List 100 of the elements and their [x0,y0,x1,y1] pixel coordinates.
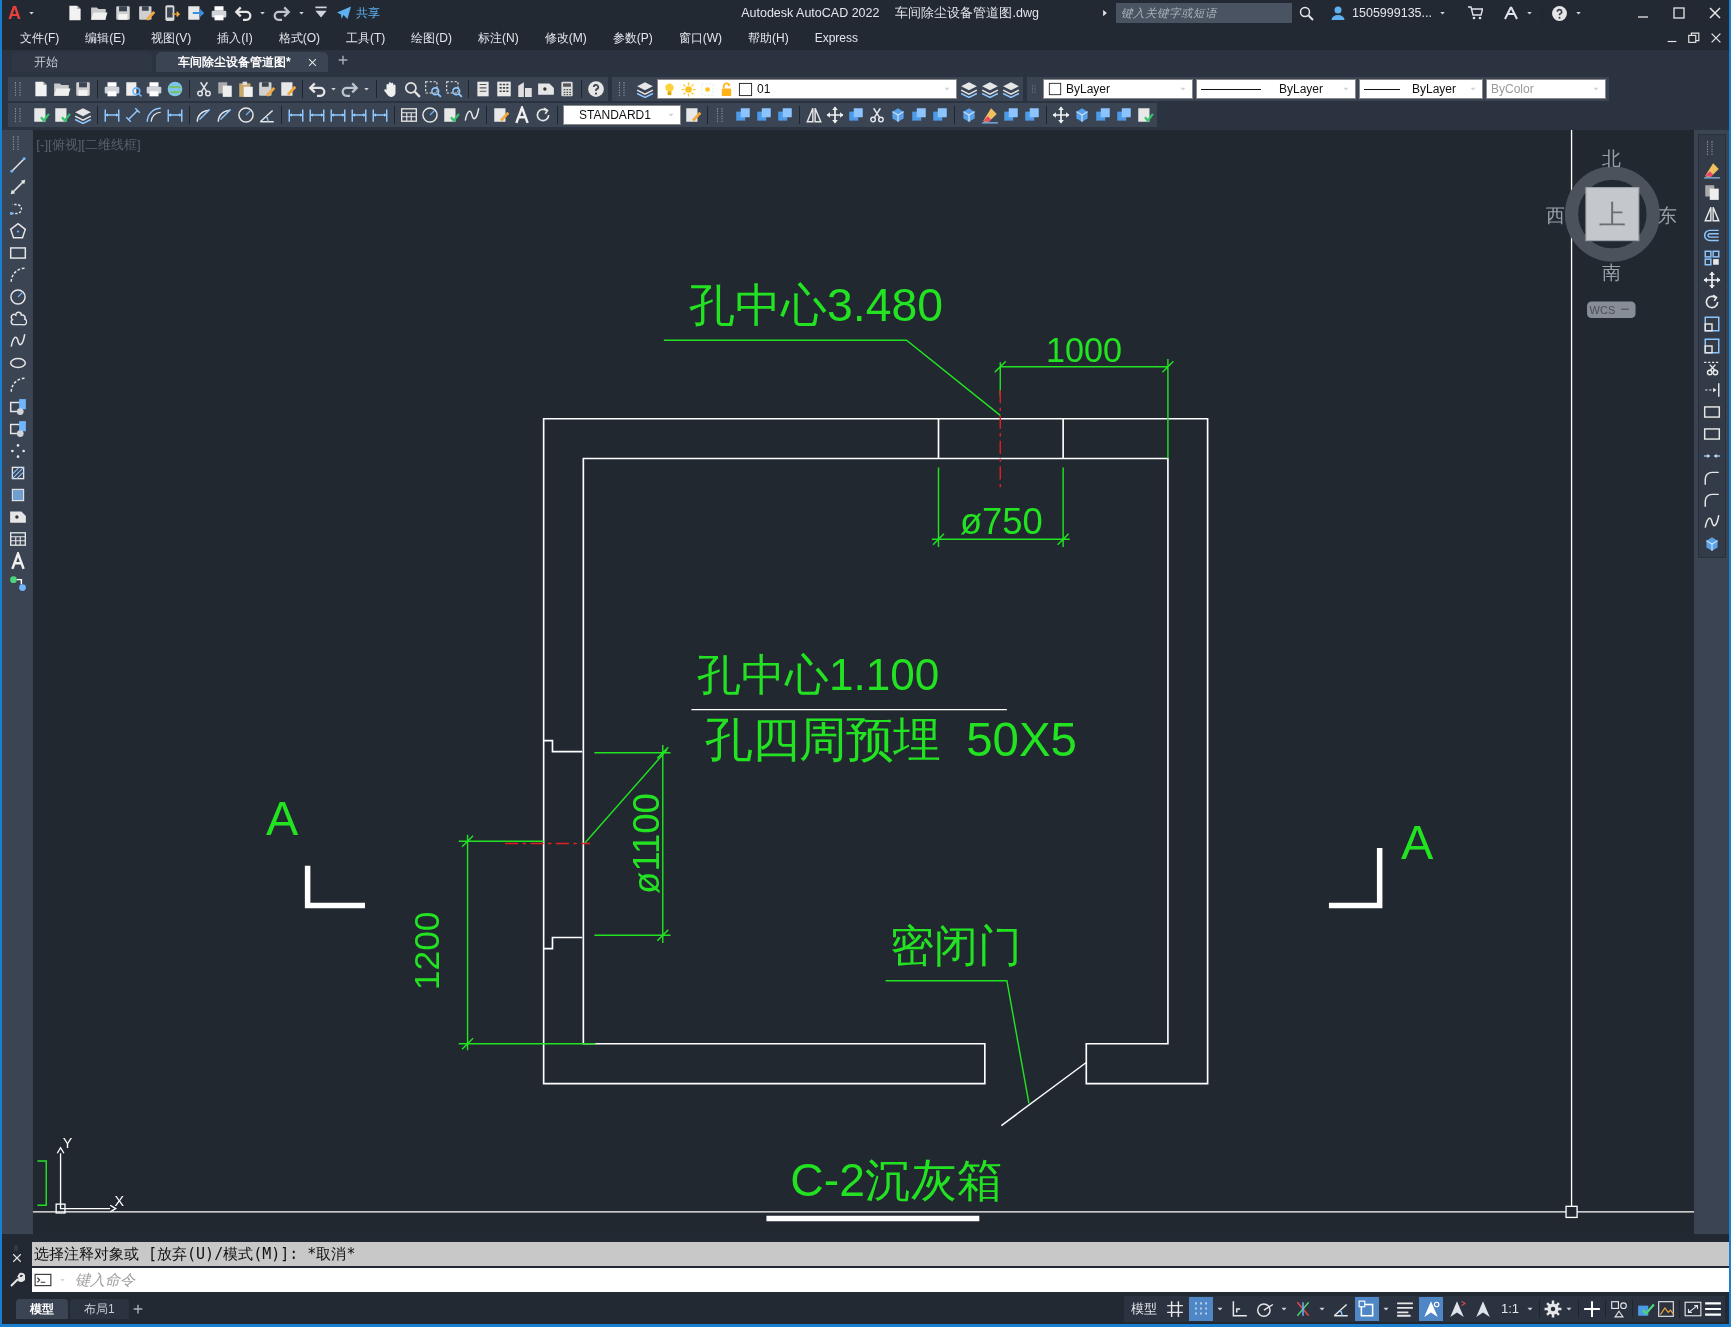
layers-icon[interactable] [74,106,92,124]
clean-screen-icon[interactable] [1657,1300,1675,1318]
spline-icon[interactable] [8,332,27,350]
move-icon[interactable] [1702,271,1721,289]
redo-icon[interactable] [273,4,291,22]
arc-dimension-icon[interactable] [145,106,163,124]
cart-icon[interactable] [1467,5,1483,21]
region-icon[interactable] [8,508,27,526]
palette-icon[interactable] [495,80,513,98]
block-icon[interactable] [8,398,27,416]
isolate-objects-icon[interactable] [1610,1300,1628,1318]
linear-dimension-icon[interactable] [287,106,305,124]
close-icon[interactable] [1709,31,1723,45]
compass-label[interactable]: 西 [1545,204,1565,226]
table-icon[interactable] [8,530,27,548]
color-dropdown[interactable]: ByLayer [1043,79,1193,99]
match-properties-icon[interactable] [279,80,297,98]
zoom-icon[interactable] [1298,5,1315,21]
add-selected-icon[interactable] [8,574,27,592]
copy-icon[interactable] [1702,183,1721,201]
text-style-dropdown[interactable]: STANDARD1 [563,105,681,125]
construction-line-icon[interactable] [8,178,27,196]
stacked-boxes-icon[interactable] [910,106,928,124]
export-icon[interactable] [186,4,204,22]
array-icon[interactable] [1702,249,1721,267]
checked-document-icon[interactable] [442,106,460,124]
menu-item[interactable]: 窗口(W) [678,29,734,47]
compass-label[interactable]: 北 [1601,148,1621,170]
match-properties-icon[interactable] [684,106,702,124]
restore-icon[interactable] [1687,31,1701,45]
layers-icon[interactable] [981,80,999,98]
trim-icon[interactable] [1702,359,1721,377]
aligned-dimension-icon[interactable] [124,106,142,124]
text-icon[interactable] [513,106,531,124]
app-logo[interactable]: A [8,4,21,22]
search-field[interactable]: 键入关键字或短语 [1116,3,1293,23]
eraser-icon[interactable] [981,106,999,124]
block-icon[interactable] [8,420,27,438]
layers-icon[interactable] [1002,80,1020,98]
building-icon[interactable] [516,80,534,98]
scissors-icon[interactable] [868,106,886,124]
lineweight-dropdown[interactable]: ByLayer [1359,79,1483,99]
calculator-icon[interactable] [558,80,576,98]
point-icon[interactable] [8,442,27,460]
mirror-icon[interactable] [1702,205,1721,223]
help-icon[interactable] [1551,4,1568,22]
menu-icon[interactable] [1704,1300,1722,1318]
model-space-button[interactable]: 模型 [1126,1299,1161,1319]
user-icon[interactable] [1330,5,1347,21]
stacked-boxes-icon[interactable] [755,106,773,124]
menu-item[interactable]: 帮助(H) [748,29,801,47]
globe-icon[interactable] [166,80,184,98]
cube-icon[interactable] [889,106,907,124]
help-icon[interactable] [587,80,605,98]
user-name[interactable]: 1505999135... [1352,3,1432,23]
file-tab[interactable]: 车间除尘设备管道图* [156,52,328,72]
zoom-window-icon[interactable] [445,80,463,98]
print-preview-icon[interactable] [124,80,142,98]
printer-icon[interactable] [210,4,228,22]
close-icon[interactable] [306,56,318,68]
menu-item[interactable]: 视图(V) [151,29,204,47]
circle-icon[interactable] [421,106,439,124]
menu-item[interactable]: 标注(N) [478,29,531,47]
layers-icon[interactable] [960,80,978,98]
share-button[interactable]: 共享 [336,4,380,22]
menu-item[interactable]: 修改(M) [544,29,599,47]
linear-dimension-icon[interactable] [308,106,326,124]
menu-item[interactable]: 编辑(E) [85,29,138,47]
polygon-icon[interactable] [8,222,27,240]
layout-tab[interactable]: 布局1 [70,1299,129,1319]
stacked-boxes-icon[interactable] [1023,106,1041,124]
spline-icon[interactable] [1702,513,1721,531]
folder-icon[interactable] [90,4,108,22]
folder-icon[interactable] [53,80,71,98]
table-icon[interactable] [400,106,418,124]
move-icon[interactable] [1052,106,1070,124]
cube-icon[interactable] [960,106,978,124]
mirror-icon[interactable] [805,106,823,124]
move-icon[interactable] [826,106,844,124]
menu-item[interactable]: 绘图(D) [411,29,464,47]
layer-dropdown[interactable]: 01 [657,79,957,99]
linear-dimension-icon[interactable] [350,106,368,124]
maximize-icon[interactable] [1671,5,1687,21]
fillet-icon[interactable] [1702,469,1721,487]
rectangle-icon[interactable] [8,244,27,262]
paste-icon[interactable] [237,80,255,98]
stacked-boxes-icon[interactable] [1002,106,1020,124]
menu-item[interactable]: 工具(T) [346,29,398,47]
compass-label[interactable]: 南 [1601,262,1621,284]
save-icon[interactable] [74,80,92,98]
redo-icon[interactable] [341,80,359,98]
menu-item[interactable]: 插入(I) [217,29,265,47]
settings-icon[interactable] [1544,1300,1562,1318]
stacked-boxes-icon[interactable] [1115,106,1133,124]
stacked-boxes-icon[interactable] [847,106,865,124]
diameter-dimension-icon[interactable] [195,106,213,124]
circle-icon[interactable] [237,106,255,124]
checked-document-icon[interactable] [53,106,71,124]
rotate-icon[interactable] [534,106,552,124]
save-as-icon[interactable] [138,4,156,22]
